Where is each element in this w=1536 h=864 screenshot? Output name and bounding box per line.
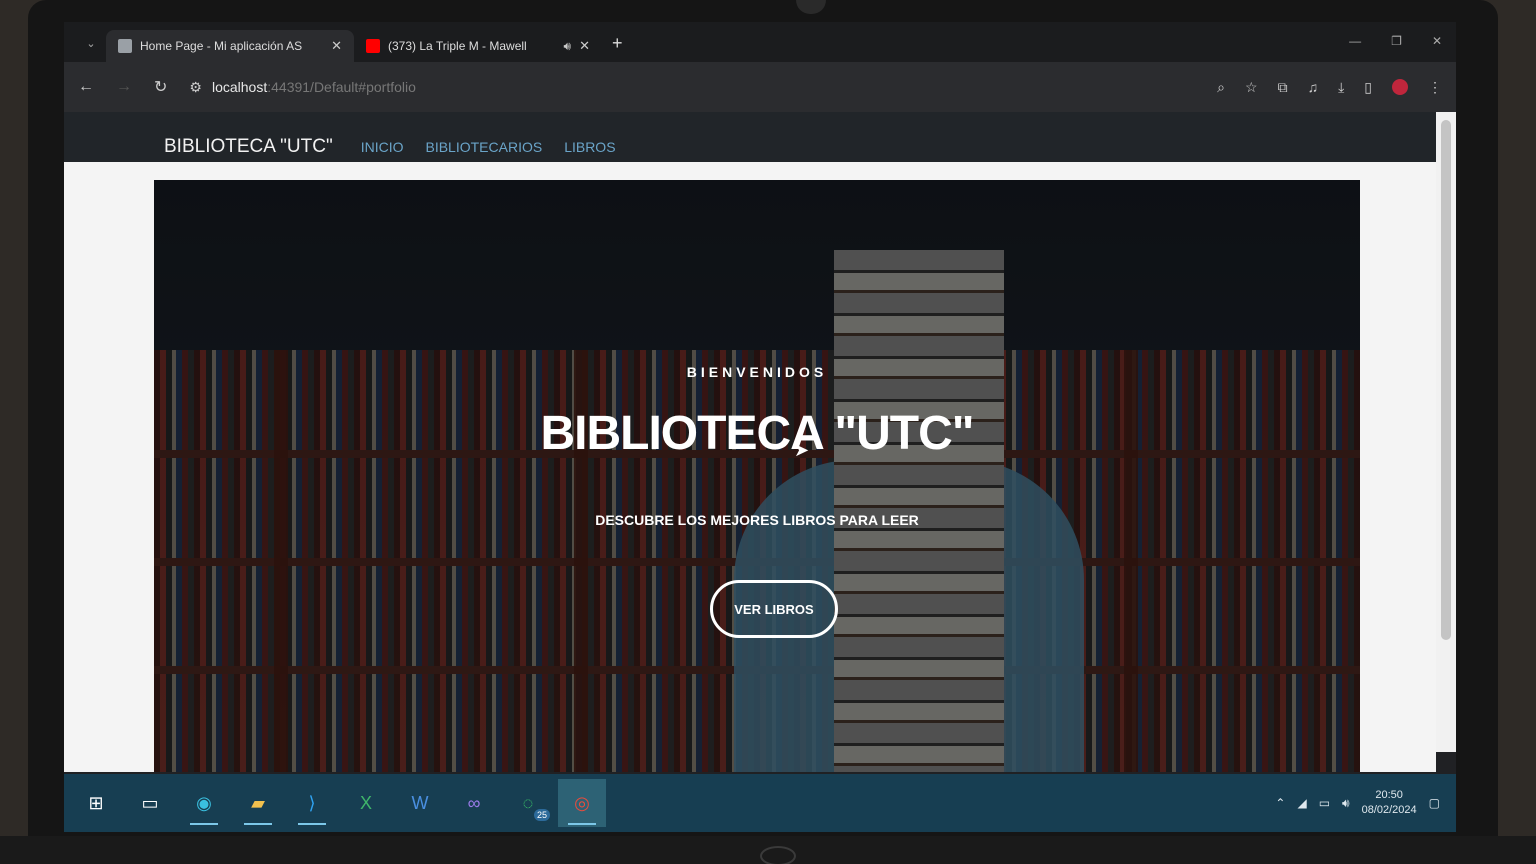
chevron-up-icon[interactable]: ⌃ (1275, 796, 1285, 810)
tab-home-page[interactable]: Home Page - Mi aplicación AS ✕ (106, 30, 354, 62)
reload-icon[interactable]: ↻ (154, 77, 167, 97)
nav-inicio[interactable]: Inicio (361, 139, 404, 155)
screen: ⌄ Home Page - Mi aplicación AS ✕ (373) L… (64, 22, 1456, 832)
side-panel-icon[interactable]: ▯ (1364, 79, 1372, 96)
browser-toolbar: ← → ↻ ⚙ localhost:44391/Default#portfoli… (64, 62, 1456, 112)
page-scrollbar[interactable] (1436, 112, 1456, 752)
close-tab-icon[interactable]: ✕ (579, 38, 590, 54)
page-content: BIENVENIDOS BIBLIOTECA "UTC" DESCUBRE LO… (64, 162, 1436, 772)
edge-icon[interactable]: ◉ (180, 779, 228, 827)
nav-libros[interactable]: Libros (564, 139, 615, 155)
task-view-icon[interactable]: ▭ (126, 779, 174, 827)
site-brand[interactable]: BIBLIOTECA "UTC" (164, 136, 333, 158)
youtube-icon (366, 39, 380, 53)
notifications-icon[interactable]: ▢ (1429, 796, 1440, 810)
windows-taskbar: ⊞ ▭ ◉ ▰ ⟩ X W ∞ ◌ 25 ◎ ⌃ ◢ ▭ 🔊︎ 20:50 08… (64, 774, 1456, 832)
scrollbar-thumb[interactable] (1441, 120, 1451, 640)
clock-time: 20:50 (1375, 789, 1403, 801)
clock[interactable]: 20:50 08/02/2024 (1362, 788, 1417, 818)
hero-section: BIENVENIDOS BIBLIOTECA "UTC" DESCUBRE LO… (154, 180, 1360, 772)
tab-search-icon[interactable]: ⌄ (76, 37, 106, 50)
media-controls-icon[interactable]: ♫ (1308, 79, 1319, 95)
new-tab-button[interactable]: + (612, 33, 623, 54)
chrome-icon[interactable]: ◎ (558, 779, 606, 827)
window-controls: — ❐ ✕ (1349, 34, 1442, 48)
tab-strip: ⌄ Home Page - Mi aplicación AS ✕ (373) L… (64, 22, 1456, 62)
tab-title: (373) La Triple M - Mawell (388, 39, 527, 53)
volume-icon[interactable]: 🔊︎ (1342, 796, 1350, 811)
tab-title: Home Page - Mi aplicación AS (140, 39, 303, 53)
close-tab-icon[interactable]: ✕ (331, 38, 342, 54)
mouse-cursor-icon: ➤ (794, 440, 810, 460)
vscode-icon[interactable]: ⟩ (288, 779, 336, 827)
hero-content: BIENVENIDOS BIBLIOTECA "UTC" DESCUBRE LO… (154, 180, 1360, 772)
profile-avatar[interactable] (1392, 79, 1408, 95)
forward-icon[interactable]: → (116, 78, 132, 96)
webcam (796, 0, 826, 14)
system-tray: ⌃ ◢ ▭ 🔊︎ 20:50 08/02/2024 ▢ (1275, 774, 1440, 832)
whatsapp-icon[interactable]: ◌ 25 (504, 779, 552, 827)
address-bar[interactable]: ⚙ localhost:44391/Default#portfolio (189, 79, 1195, 96)
url-path: :44391/Default#portfolio (267, 79, 416, 95)
word-icon[interactable]: W (396, 779, 444, 827)
hp-logo (760, 846, 796, 864)
url-host: localhost (211, 79, 268, 95)
nav-bibliotecarios[interactable]: Bibliotecarios (425, 139, 542, 155)
extensions-icon[interactable]: ⧉ (1278, 79, 1288, 96)
restore-icon[interactable]: ❐ (1391, 34, 1402, 48)
page-icon (118, 39, 132, 53)
speaker-icon[interactable]: 🔊︎ (564, 39, 572, 54)
visual-studio-icon[interactable]: ∞ (450, 779, 498, 827)
ver-libros-button[interactable]: VER LIBROS (710, 580, 838, 638)
hero-subtitle: DESCUBRE LOS MEJORES LIBROS PARA LEER (595, 512, 919, 528)
hero-title: BIBLIOTECA "UTC" (540, 407, 974, 460)
clock-date: 08/02/2024 (1361, 804, 1417, 816)
minimize-icon[interactable]: — (1349, 34, 1361, 48)
hero-kicker: BIENVENIDOS (686, 364, 828, 380)
battery-icon[interactable]: ▭ (1319, 796, 1330, 810)
menu-kebab-icon[interactable]: ⋮ (1428, 79, 1442, 96)
toolbar-icons: ⌕ ☆ ⧉ ♫ ⤓ ▯ ⋮ (1217, 79, 1442, 96)
excel-icon[interactable]: X (342, 779, 390, 827)
whatsapp-badge: 25 (533, 809, 550, 821)
site-settings-icon[interactable]: ⚙ (189, 79, 202, 96)
back-icon[interactable]: ← (78, 78, 94, 96)
tab-youtube[interactable]: (373) La Triple M - Mawell 🔊︎ ✕ (354, 30, 602, 62)
network-icon[interactable]: ◢ (1297, 796, 1306, 810)
folder-icon[interactable]: ▰ (234, 779, 282, 827)
bookmark-star-icon[interactable]: ☆ (1245, 79, 1258, 96)
close-window-icon[interactable]: ✕ (1432, 34, 1442, 48)
windows-icon[interactable]: ⊞ (72, 779, 120, 827)
download-icon[interactable]: ⤓ (1338, 79, 1344, 96)
zoom-icon[interactable]: ⌕ (1217, 79, 1225, 96)
